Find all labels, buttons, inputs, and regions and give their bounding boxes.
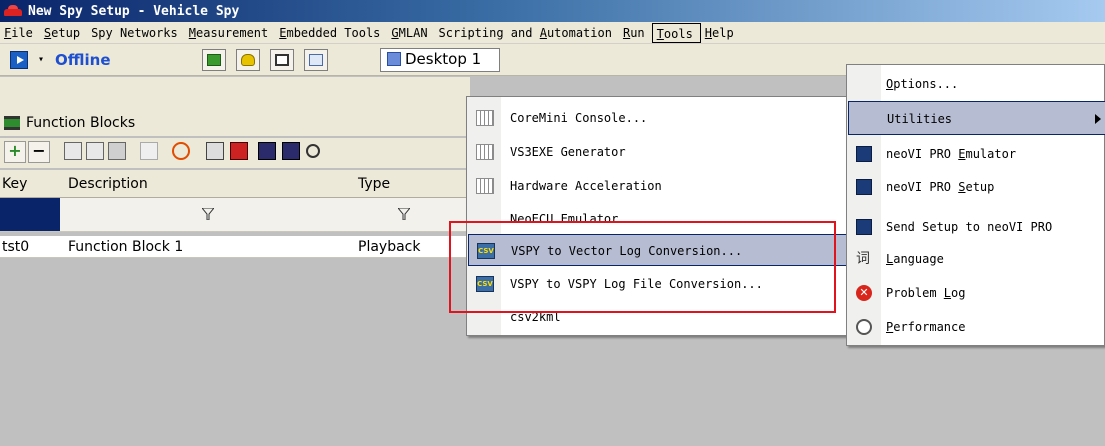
filter-icon[interactable] xyxy=(398,208,410,220)
stop-icon[interactable] xyxy=(172,142,190,160)
network-icon xyxy=(309,54,323,66)
function-blocks-header: Function Blocks xyxy=(0,110,470,136)
tab-desktop-1[interactable]: Desktop 1 xyxy=(380,48,500,72)
row-key: tst0 xyxy=(2,239,30,255)
save-icon[interactable] xyxy=(258,142,276,160)
menu-embedded-tools[interactable]: Embedded Tools xyxy=(275,23,387,43)
menu-gmlan[interactable]: GMLAN xyxy=(387,23,434,43)
row-type: Playback xyxy=(358,239,421,255)
function-blocks-toolbar: + − xyxy=(0,138,470,168)
empty-grid-area xyxy=(0,258,470,446)
add-button[interactable]: + xyxy=(4,141,26,163)
database-button[interactable] xyxy=(236,49,260,71)
copy-icon[interactable] xyxy=(86,142,104,160)
menu-item-vs3exe-generator[interactable]: VS3EXE Generator xyxy=(468,136,848,168)
problem-icon: ✕ xyxy=(856,285,872,301)
row-description: Function Block 1 xyxy=(68,239,184,255)
neovi-icon xyxy=(856,146,872,162)
highlight-annotation-box xyxy=(449,221,836,313)
menu-item-neovi-pro-setup[interactable]: neoVI PRO Setup xyxy=(848,170,1105,204)
menu-item-performance[interactable]: Performance xyxy=(848,310,1105,344)
play-icon[interactable] xyxy=(10,51,28,69)
menu-scripting-automation[interactable]: Scripting and Automation xyxy=(435,23,619,43)
search-icon[interactable] xyxy=(306,144,320,158)
panel-title: Function Blocks xyxy=(26,115,136,131)
save-setup-button[interactable] xyxy=(270,49,294,71)
floppy-icon xyxy=(275,54,289,66)
menu-bar: File Setup Spy Networks Measurement Embe… xyxy=(0,22,1105,44)
menu-help[interactable]: Help xyxy=(701,23,741,43)
grid-icon xyxy=(476,144,494,160)
menu-setup[interactable]: Setup xyxy=(40,23,87,43)
vehicle-spy-app-icon xyxy=(4,3,22,19)
title-bar: New Spy Setup - Vehicle Spy xyxy=(0,0,1105,22)
save-as-icon[interactable] xyxy=(282,142,300,160)
column-key[interactable]: Key xyxy=(2,176,27,192)
menu-item-send-setup-neovi[interactable]: Send Setup to neoVI PRO xyxy=(848,210,1105,244)
performance-icon xyxy=(856,319,872,335)
function-blocks-icon xyxy=(4,116,20,130)
hardware-button[interactable] xyxy=(202,49,226,71)
cut-icon[interactable] xyxy=(64,142,82,160)
menu-item-neovi-pro-emulator[interactable]: neoVI PRO Emulator xyxy=(848,137,1105,171)
toolbar-spacer xyxy=(0,77,470,110)
script-icon[interactable] xyxy=(230,142,248,160)
menu-file[interactable]: File xyxy=(0,23,40,43)
neovi-icon xyxy=(856,219,872,235)
menu-item-problem-log[interactable]: ✕ Problem Log xyxy=(848,276,1105,310)
menu-item-hardware-acceleration[interactable]: Hardware Acceleration xyxy=(468,170,848,202)
remove-button[interactable]: − xyxy=(28,141,50,163)
column-type[interactable]: Type xyxy=(358,176,390,192)
paste-icon[interactable] xyxy=(108,142,126,160)
database-icon xyxy=(241,54,255,66)
chevron-down-icon[interactable]: ▾ xyxy=(38,54,44,65)
menu-item-utilities[interactable]: Utilities xyxy=(848,101,1105,135)
filter-icon[interactable] xyxy=(202,208,214,220)
desktop-icon xyxy=(387,52,401,66)
menu-spy-networks[interactable]: Spy Networks xyxy=(87,23,185,43)
filter-row xyxy=(0,198,470,232)
grid-header: Key Description Type xyxy=(0,170,470,198)
menu-measurement[interactable]: Measurement xyxy=(185,23,275,43)
neovi-icon xyxy=(856,179,872,195)
grid-icon xyxy=(476,178,494,194)
filter-key-cell[interactable] xyxy=(0,198,60,231)
grid-icon xyxy=(476,110,494,126)
tools-menu: Options... Utilities neoVI PRO Emulator … xyxy=(846,64,1105,346)
menu-item-language[interactable]: 词 Language xyxy=(848,242,1105,276)
menu-tools[interactable]: Tools xyxy=(651,22,701,43)
menu-item-options[interactable]: Options... xyxy=(848,67,1105,101)
menu-item-coremini-console[interactable]: CoreMini Console... xyxy=(468,102,848,134)
menu-run[interactable]: Run xyxy=(619,23,652,43)
window-icon[interactable] xyxy=(206,142,224,160)
offline-status-label[interactable]: Offline xyxy=(55,51,111,69)
column-description[interactable]: Description xyxy=(68,176,148,192)
network-button[interactable] xyxy=(304,49,328,71)
undo-icon[interactable] xyxy=(140,142,158,160)
window-title: New Spy Setup - Vehicle Spy xyxy=(28,3,240,19)
hardware-icon xyxy=(207,54,221,66)
chevron-right-icon xyxy=(1095,114,1101,124)
table-row[interactable]: tst0 Function Block 1 Playback xyxy=(0,236,470,258)
language-icon: 词 xyxy=(856,251,870,267)
